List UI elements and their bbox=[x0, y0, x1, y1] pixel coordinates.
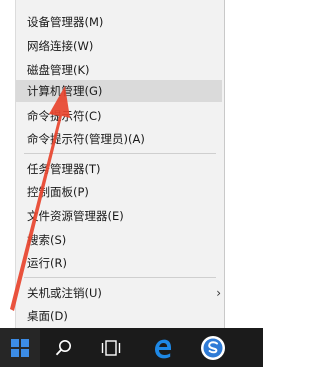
menu-item-shutdown-signout[interactable]: 关机或注销(U) › bbox=[27, 282, 221, 304]
menu-separator bbox=[24, 277, 216, 278]
menu-item-file-explorer[interactable]: 文件资源管理器(E) bbox=[27, 205, 219, 227]
task-view-icon bbox=[101, 339, 121, 356]
menu-item-run[interactable]: 运行(R) bbox=[27, 252, 219, 274]
search-button[interactable] bbox=[44, 328, 84, 367]
menu-item-label: 关机或注销(U) bbox=[27, 286, 102, 300]
edge-browser-icon bbox=[155, 339, 171, 358]
menu-item-device-manager[interactable]: 设备管理器(M) bbox=[27, 11, 219, 33]
menu-item-computer-management[interactable]: 计算机管理(G) bbox=[16, 80, 222, 102]
windows-start-icon bbox=[11, 338, 29, 357]
winx-context-menu: 设备管理器(M) 网络连接(W) 磁盘管理(K) 计算机管理(G) 命令提示符(… bbox=[15, 0, 225, 328]
taskbar bbox=[0, 328, 263, 367]
sogou-app-icon bbox=[201, 335, 225, 360]
menu-item-command-prompt[interactable]: 命令提示符(C) bbox=[27, 105, 219, 127]
chevron-right-icon: › bbox=[216, 286, 221, 300]
menu-item-command-prompt-admin[interactable]: 命令提示符(管理员)(A) bbox=[27, 128, 219, 150]
edge-browser-button[interactable] bbox=[143, 328, 183, 367]
menu-item-network-connections[interactable]: 网络连接(W) bbox=[27, 35, 219, 57]
menu-item-desktop[interactable]: 桌面(D) bbox=[27, 305, 219, 327]
search-icon bbox=[55, 339, 71, 355]
menu-separator bbox=[24, 153, 216, 154]
menu-item-search[interactable]: 搜索(S) bbox=[27, 229, 219, 251]
menu-item-disk-management[interactable]: 磁盘管理(K) bbox=[27, 59, 219, 81]
task-view-button[interactable] bbox=[91, 328, 131, 367]
menu-item-task-manager[interactable]: 任务管理器(T) bbox=[27, 158, 219, 180]
start-button[interactable] bbox=[0, 328, 40, 367]
menu-item-control-panel[interactable]: 控制面板(P) bbox=[27, 181, 219, 203]
sogou-app-button[interactable] bbox=[193, 328, 233, 367]
